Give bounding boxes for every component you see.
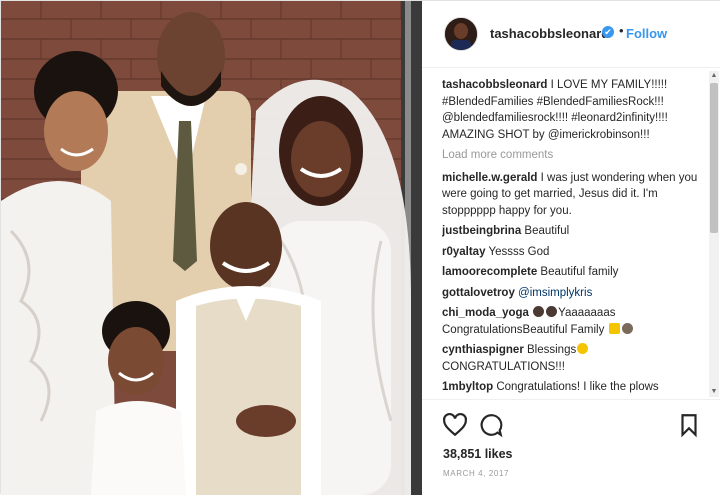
comment-username[interactable]: michelle.w.gerald [442,172,537,184]
comment: 1mbyltop Congratulations! I like the plo… [442,379,704,396]
comment: cynthiaspigner Blessings CONGRATULATIONS… [442,342,704,375]
follow-button[interactable]: Follow [626,26,667,41]
post-header: tashacobbsleonard ✔ • Follow [422,1,720,68]
comment-text: Beautiful [521,225,570,237]
post-actions: 38,851 likes MARCH 4, 2017 [422,399,720,496]
comment: lamoorecomplete Beautiful family [442,264,704,281]
comment-icon[interactable] [478,412,504,438]
comment-icon-svg [480,414,503,438]
scroll-up-arrow-icon[interactable]: ▲ [709,71,719,81]
scroll-thumb[interactable] [710,83,718,233]
comment-text-continued: CONGRATULATIONS!!! [442,360,565,373]
praying-hands-emoji-icon [621,322,633,334]
smile-emoji-icon [577,343,589,354]
avatar[interactable] [444,17,478,51]
load-more-comments-link[interactable]: Load more comments [442,147,704,164]
woman-emoji-icon [546,306,558,317]
comment-username[interactable]: lamoorecomplete [442,266,537,278]
verified-badge-icon: ✔ [602,26,614,38]
instagram-post: tashacobbsleonard ✔ • Follow tashacobbsl… [0,0,720,495]
comment: michelle.w.gerald I was just wondering w… [442,170,704,220]
comment-username[interactable]: cynthiaspigner [442,344,524,356]
family-wedding-photo [1,1,422,495]
comment-username[interactable]: chi_moda_yoga [442,307,529,319]
comment-text: Congratulations! I like the plows [493,381,659,393]
comment-username[interactable]: gottalovetroy [442,287,515,299]
comment-mention[interactable]: @imsimplykris [515,287,592,299]
bookmark-icon[interactable] [676,412,702,438]
heart-icon[interactable] [442,412,468,438]
post-username[interactable]: tashacobbsleonard [490,26,609,41]
post-date: MARCH 4, 2017 [443,469,510,478]
comment-text: Yessss God [485,245,550,258]
caption-username[interactable]: tashacobbsleonard [442,79,547,91]
comment-text: Blessings [523,344,577,356]
comment-username[interactable]: 1mbyltop [442,381,493,393]
heart-icon-svg [443,412,467,437]
avatar-image [445,18,477,50]
separator-dot: • [619,23,624,38]
likes-count[interactable]: 38,851 likes [443,447,513,461]
comment: justbeingbrina Beautiful [442,223,704,240]
woman-emoji-icon [533,306,545,317]
bookmark-icon-svg [681,414,697,438]
comment: r0yaltay Yessss God [442,244,704,261]
post-sidebar: tashacobbsleonard ✔ • Follow tashacobbsl… [422,1,720,495]
scroll-down-arrow-icon[interactable]: ▼ [709,387,719,397]
post-photo[interactable] [1,1,422,495]
comment-username[interactable]: r0yaltay [442,246,485,258]
caption: tashacobbsleonard I LOVE MY FAMILY!!!!! … [442,77,704,143]
yellow-heart-emoji-icon [608,322,620,334]
comment: gottalovetroy @imsimplykris [442,285,704,302]
comment-username[interactable]: justbeingbrina [442,225,521,237]
comment-text: Beautiful family [537,266,619,278]
comments-scrollbar[interactable]: ▲ ▼ [709,71,719,397]
comment: chi_moda_yoga Yaaaaaaas CongratulationsB… [442,305,704,338]
comments-list: tashacobbsleonard I LOVE MY FAMILY!!!!! … [442,77,704,397]
